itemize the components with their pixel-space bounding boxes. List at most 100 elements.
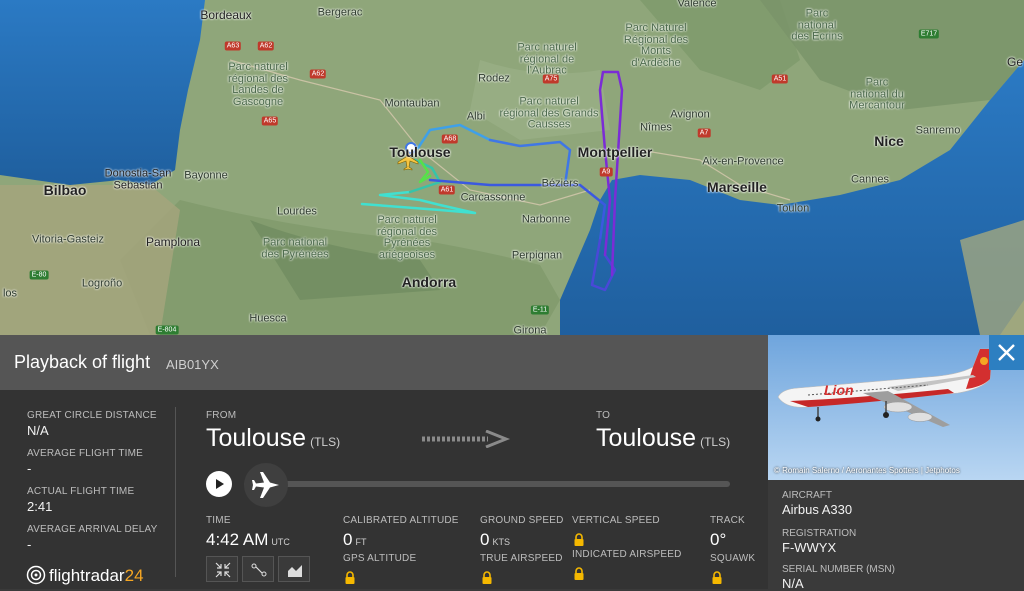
play-button[interactable] bbox=[206, 471, 232, 497]
aad-label: AVERAGE ARRIVAL DELAY bbox=[27, 524, 158, 535]
route-view-button[interactable] bbox=[242, 556, 274, 582]
to-label: TO bbox=[596, 410, 611, 421]
time-readout: 4:42 AM UTC bbox=[206, 530, 290, 550]
aircraft-panel: Lion © Romain Salerno / Aeronantes Spott… bbox=[768, 335, 1024, 591]
playback-timeline[interactable] bbox=[244, 481, 730, 487]
airplane-icon bbox=[252, 472, 279, 498]
map-label-perpignan: Perpignan bbox=[511, 249, 563, 262]
map-label-valence: Valence bbox=[677, 0, 717, 10]
aircraft-info: AIRCRAFT Airbus A330 REGISTRATION F-WWYX… bbox=[768, 480, 1024, 591]
map-label-bayonne: Bayonne bbox=[184, 169, 228, 182]
logo-number: 24 bbox=[124, 566, 144, 585]
from-label: FROM bbox=[206, 410, 237, 421]
map-label-albi: Albi bbox=[466, 110, 486, 123]
photo-credit[interactable]: © Romain Salerno / Aeronantes Spotters |… bbox=[774, 466, 960, 475]
to-city: Toulouse bbox=[596, 424, 697, 452]
track-label: TRACK bbox=[710, 515, 745, 526]
map-label-girona: Girona bbox=[513, 324, 547, 335]
tas-label: TRUE AIRSPEED bbox=[480, 553, 563, 564]
map-label-los: los bbox=[2, 287, 18, 300]
lock-icon bbox=[712, 571, 722, 584]
lock-icon bbox=[345, 571, 355, 584]
vs-label: VERTICAL SPEED bbox=[572, 515, 660, 526]
aft-value: - bbox=[27, 461, 32, 476]
logo-text: flightradar bbox=[49, 566, 125, 585]
chart-icon bbox=[288, 565, 302, 577]
aircraft-image: Lion bbox=[777, 348, 993, 427]
ias-label: INDICATED AIRSPEED bbox=[572, 549, 682, 560]
aircraft-photo[interactable]: Lion © Romain Salerno / Aeronantes Spott… bbox=[768, 335, 1024, 480]
timeline-handle[interactable] bbox=[244, 463, 288, 507]
map-label-park-ardeche: Parc Naturel Régional des Monts d'Ardèch… bbox=[623, 21, 689, 69]
gps-alt-label: GPS ALTITUDE bbox=[343, 553, 417, 564]
gs-readout: 0 KTS bbox=[480, 530, 510, 550]
gcd-value: N/A bbox=[27, 423, 49, 438]
cal-alt-value: 0 bbox=[343, 530, 353, 549]
from-code: (TLS) bbox=[310, 435, 341, 449]
map-label-sanremo: Sanremo bbox=[915, 124, 961, 137]
map-label-huesca: Huesca bbox=[249, 312, 287, 325]
highway-badge: A51 bbox=[771, 74, 789, 84]
flight-id[interactable]: AIB01YX bbox=[166, 357, 219, 372]
panel-header: Playback of flight AIB01YX bbox=[0, 335, 768, 390]
highway-badge: A65 bbox=[261, 116, 279, 126]
flightradar24-logo[interactable]: flightradar24 bbox=[26, 565, 144, 586]
map-label-pamplona: Pamplona bbox=[145, 235, 201, 249]
lock-icon bbox=[574, 567, 584, 580]
highway-badge: A7 bbox=[697, 128, 711, 138]
gs-value: 0 bbox=[480, 530, 490, 549]
graph-view-button[interactable] bbox=[278, 556, 310, 582]
aircraft-type-label: AIRCRAFT bbox=[782, 490, 832, 501]
gs-label: GROUND SPEED bbox=[480, 515, 564, 526]
to-airport[interactable]: Toulouse (TLS) bbox=[596, 424, 730, 453]
map-label-nice: Nice bbox=[874, 133, 904, 149]
highway-badge: A62 bbox=[309, 69, 327, 79]
close-button[interactable] bbox=[989, 335, 1024, 370]
fit-view-button[interactable] bbox=[206, 556, 238, 582]
highway-badge: A62 bbox=[257, 41, 275, 51]
map-label-park-pyrenees: Parc national des Pyrénées bbox=[261, 236, 329, 260]
map-label-rodez: Rodez bbox=[478, 72, 510, 85]
playback-panel: Playback of flight AIB01YX GREAT CIRCLE … bbox=[0, 335, 768, 589]
map-label-narbonne: Narbonne bbox=[521, 213, 571, 226]
gcd-label: GREAT CIRCLE DISTANCE bbox=[27, 410, 157, 421]
flight-map[interactable]: Bordeaux Bergerac Valence Ge Montauban A… bbox=[0, 0, 1024, 335]
time-unit: UTC bbox=[271, 537, 290, 547]
atlantic-ocean bbox=[0, 0, 205, 185]
from-airport[interactable]: Toulouse (TLS) bbox=[206, 424, 340, 453]
map-label-park-aubrac: Parc naturel régional de l'Aubrac bbox=[517, 41, 577, 77]
map-label-bordeaux: Bordeaux bbox=[200, 8, 252, 22]
map-label-park-landes: Parc naturel régional des Landes de Gasc… bbox=[228, 60, 288, 108]
msn-label: SERIAL NUMBER (MSN) bbox=[782, 564, 895, 575]
cal-alt-unit: FT bbox=[355, 537, 367, 547]
registration-label: REGISTRATION bbox=[782, 528, 857, 539]
highway-badge: E-80 bbox=[29, 270, 49, 280]
highway-badge: A61 bbox=[438, 185, 456, 195]
from-city: Toulouse bbox=[206, 424, 307, 452]
playback-title: Playback of flight bbox=[14, 352, 151, 372]
lock-icon bbox=[574, 533, 584, 546]
map-label-toulouse: Toulouse bbox=[389, 144, 451, 160]
panel-divider bbox=[175, 407, 176, 577]
map-label-montauban: Montauban bbox=[384, 97, 440, 110]
act-label: ACTUAL FLIGHT TIME bbox=[27, 486, 135, 497]
highway-badge: A75 bbox=[542, 74, 560, 84]
map-label-carcassonne: Carcassonne bbox=[460, 191, 526, 204]
cal-alt-readout: 0 FT bbox=[343, 530, 366, 550]
route-icon bbox=[251, 563, 267, 577]
track-value: 0° bbox=[710, 530, 727, 549]
map-label-donostia: Donostia-San Sebastian bbox=[104, 167, 172, 191]
highway-badge: A9 bbox=[599, 167, 613, 177]
lock-icon bbox=[482, 571, 492, 584]
map-label-nimes: Nîmes bbox=[640, 121, 672, 134]
squawk-label: SQUAWK bbox=[710, 553, 756, 564]
aft-label: AVERAGE FLIGHT TIME bbox=[27, 448, 144, 459]
map-label-bilbao: Bilbao bbox=[43, 182, 87, 198]
map-label-aix: Aix-en-Provence bbox=[702, 155, 784, 168]
cal-alt-label: CALIBRATED ALTITUDE bbox=[343, 515, 459, 526]
map-label-beziers: Béziers bbox=[541, 177, 579, 190]
map-label-park-ecrins: Parc national des Écrins bbox=[791, 7, 843, 43]
map-label-logrono: Logroño bbox=[81, 277, 123, 290]
highway-badge: E717 bbox=[918, 29, 940, 39]
map-label-bergerac: Bergerac bbox=[317, 6, 363, 19]
